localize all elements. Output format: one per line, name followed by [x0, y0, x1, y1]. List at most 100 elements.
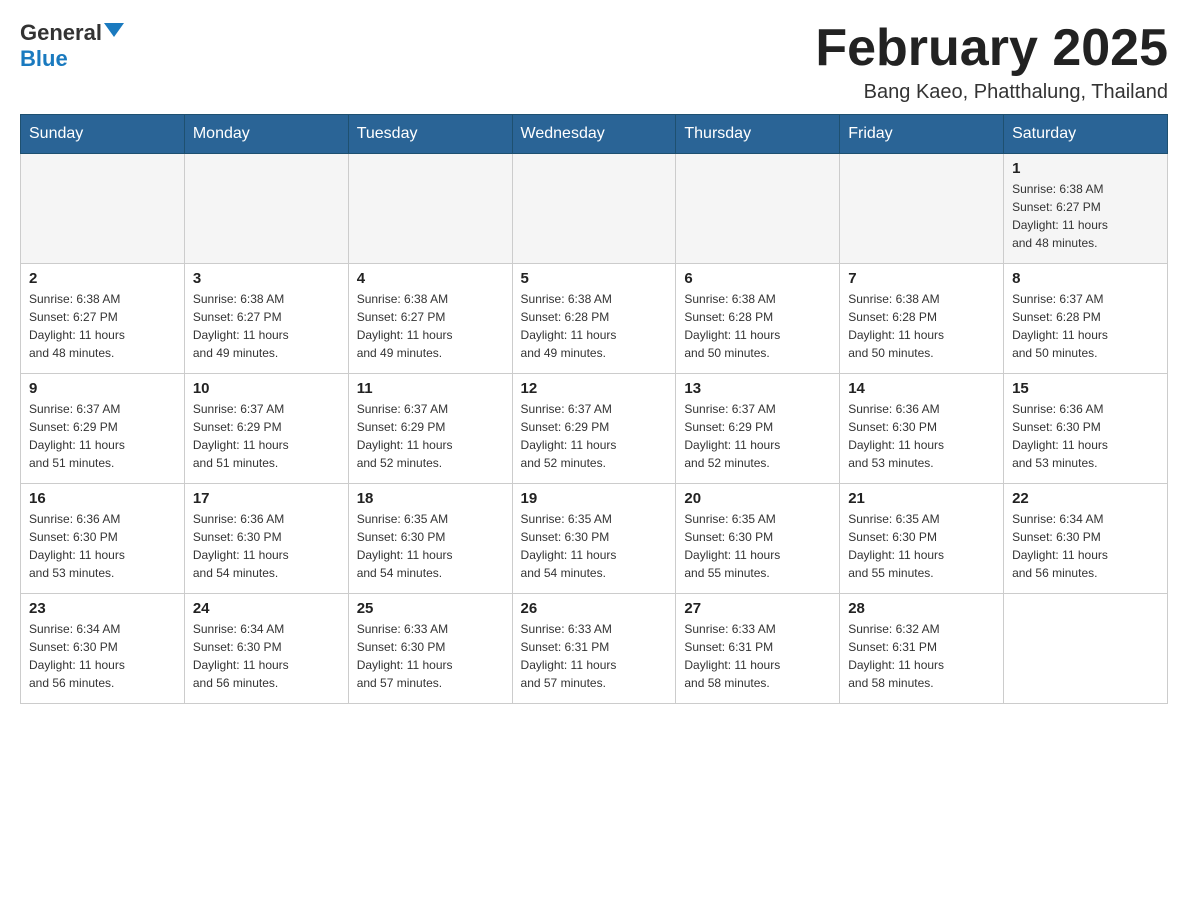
day-info: Sunrise: 6:35 AMSunset: 6:30 PMDaylight:…: [848, 510, 995, 582]
day-info: Sunrise: 6:34 AMSunset: 6:30 PMDaylight:…: [193, 620, 340, 692]
day-number: 25: [357, 600, 504, 617]
day-cell: 28 Sunrise: 6:32 AMSunset: 6:31 PMDayligh…: [840, 594, 1004, 704]
day-cell: [512, 154, 676, 264]
title-section: February 2025 Bang Kaeo, Phatthalung, Th…: [815, 20, 1168, 104]
day-number: 17: [193, 490, 340, 507]
day-number: 7: [848, 270, 995, 287]
page-header: General Blue February 2025 Bang Kaeo, Ph…: [20, 20, 1168, 104]
day-info: Sunrise: 6:36 AMSunset: 6:30 PMDaylight:…: [848, 400, 995, 472]
day-cell: 20 Sunrise: 6:35 AMSunset: 6:30 PMDayligh…: [676, 484, 840, 594]
day-info: Sunrise: 6:36 AMSunset: 6:30 PMDaylight:…: [1012, 400, 1159, 472]
day-number: 16: [29, 490, 176, 507]
day-info: Sunrise: 6:35 AMSunset: 6:30 PMDaylight:…: [357, 510, 504, 582]
header-saturday: Saturday: [1004, 115, 1168, 154]
day-info: Sunrise: 6:38 AMSunset: 6:27 PMDaylight:…: [193, 290, 340, 362]
day-number: 15: [1012, 380, 1159, 397]
logo-triangle-icon: [104, 23, 124, 37]
day-cell: 21 Sunrise: 6:35 AMSunset: 6:30 PMDayligh…: [840, 484, 1004, 594]
day-cell: 9 Sunrise: 6:37 AMSunset: 6:29 PMDaylight…: [21, 374, 185, 484]
day-cell: 11Sunrise: 6:37 AMSunset: 6:29 PMDayligh…: [348, 374, 512, 484]
day-info: Sunrise: 6:38 AMSunset: 6:28 PMDaylight:…: [521, 290, 668, 362]
day-info: Sunrise: 6:35 AMSunset: 6:30 PMDaylight:…: [684, 510, 831, 582]
day-number: 14: [848, 380, 995, 397]
day-number: 11: [357, 380, 504, 397]
day-cell: [840, 154, 1004, 264]
header-tuesday: Tuesday: [348, 115, 512, 154]
day-info: Sunrise: 6:32 AMSunset: 6:31 PMDaylight:…: [848, 620, 995, 692]
day-info: Sunrise: 6:38 AMSunset: 6:28 PMDaylight:…: [848, 290, 995, 362]
week-row-3: 16 Sunrise: 6:36 AMSunset: 6:30 PMDayligh…: [21, 484, 1168, 594]
week-row-2: 9 Sunrise: 6:37 AMSunset: 6:29 PMDaylight…: [21, 374, 1168, 484]
logo-blue-text: Blue: [20, 46, 68, 72]
day-number: 8: [1012, 270, 1159, 287]
day-info: Sunrise: 6:37 AMSunset: 6:28 PMDaylight:…: [1012, 290, 1159, 362]
day-cell: 2 Sunrise: 6:38 AMSunset: 6:27 PMDaylight…: [21, 264, 185, 374]
day-info: Sunrise: 6:34 AMSunset: 6:30 PMDaylight:…: [1012, 510, 1159, 582]
day-cell: 25Sunrise: 6:33 AMSunset: 6:30 PMDayligh…: [348, 594, 512, 704]
day-number: 5: [521, 270, 668, 287]
day-cell: 14 Sunrise: 6:36 AMSunset: 6:30 PMDayligh…: [840, 374, 1004, 484]
day-number: 23: [29, 600, 176, 617]
day-number: 24: [193, 600, 340, 617]
day-info: Sunrise: 6:37 AMSunset: 6:29 PMDaylight:…: [29, 400, 176, 472]
day-number: 1: [1012, 160, 1159, 177]
day-cell: [348, 154, 512, 264]
day-cell: [21, 154, 185, 264]
day-cell: 4Sunrise: 6:38 AMSunset: 6:27 PMDaylight…: [348, 264, 512, 374]
week-row-1: 2 Sunrise: 6:38 AMSunset: 6:27 PMDaylight…: [21, 264, 1168, 374]
calendar-header: SundayMondayTuesdayWednesdayThursdayFrid…: [21, 115, 1168, 154]
day-cell: [1004, 594, 1168, 704]
day-cell: 3Sunrise: 6:38 AMSunset: 6:27 PMDaylight…: [184, 264, 348, 374]
header-thursday: Thursday: [676, 115, 840, 154]
day-info: Sunrise: 6:36 AMSunset: 6:30 PMDaylight:…: [193, 510, 340, 582]
subtitle: Bang Kaeo, Phatthalung, Thailand: [815, 81, 1168, 104]
day-info: Sunrise: 6:37 AMSunset: 6:29 PMDaylight:…: [521, 400, 668, 472]
main-title: February 2025: [815, 20, 1168, 77]
header-wednesday: Wednesday: [512, 115, 676, 154]
day-number: 9: [29, 380, 176, 397]
day-cell: 8 Sunrise: 6:37 AMSunset: 6:28 PMDaylight…: [1004, 264, 1168, 374]
day-number: 10: [193, 380, 340, 397]
day-info: Sunrise: 6:34 AMSunset: 6:30 PMDaylight:…: [29, 620, 176, 692]
logo-general-text: General: [20, 20, 102, 46]
day-number: 27: [684, 600, 831, 617]
day-cell: 23 Sunrise: 6:34 AMSunset: 6:30 PMDayligh…: [21, 594, 185, 704]
day-cell: 26 Sunrise: 6:33 AMSunset: 6:31 PMDayligh…: [512, 594, 676, 704]
day-info: Sunrise: 6:36 AMSunset: 6:30 PMDaylight:…: [29, 510, 176, 582]
day-cell: [184, 154, 348, 264]
day-cell: [676, 154, 840, 264]
day-number: 12: [521, 380, 668, 397]
week-row-0: 1 Sunrise: 6:38 AMSunset: 6:27 PMDaylight…: [21, 154, 1168, 264]
day-cell: 17 Sunrise: 6:36 AMSunset: 6:30 PMDayligh…: [184, 484, 348, 594]
day-cell: 7 Sunrise: 6:38 AMSunset: 6:28 PMDaylight…: [840, 264, 1004, 374]
calendar-body: 1 Sunrise: 6:38 AMSunset: 6:27 PMDaylight…: [21, 154, 1168, 704]
day-cell: 1 Sunrise: 6:38 AMSunset: 6:27 PMDaylight…: [1004, 154, 1168, 264]
day-info: Sunrise: 6:33 AMSunset: 6:31 PMDaylight:…: [684, 620, 831, 692]
day-cell: 19Sunrise: 6:35 AMSunset: 6:30 PMDayligh…: [512, 484, 676, 594]
day-number: 13: [684, 380, 831, 397]
day-info: Sunrise: 6:38 AMSunset: 6:27 PMDaylight:…: [1012, 180, 1159, 252]
header-sunday: Sunday: [21, 115, 185, 154]
day-cell: 5 Sunrise: 6:38 AMSunset: 6:28 PMDaylight…: [512, 264, 676, 374]
day-number: 21: [848, 490, 995, 507]
day-cell: 22 Sunrise: 6:34 AMSunset: 6:30 PMDayligh…: [1004, 484, 1168, 594]
day-info: Sunrise: 6:37 AMSunset: 6:29 PMDaylight:…: [684, 400, 831, 472]
header-row: SundayMondayTuesdayWednesdayThursdayFrid…: [21, 115, 1168, 154]
day-number: 26: [521, 600, 668, 617]
day-cell: 10 Sunrise: 6:37 AMSunset: 6:29 PMDayligh…: [184, 374, 348, 484]
week-row-4: 23 Sunrise: 6:34 AMSunset: 6:30 PMDayligh…: [21, 594, 1168, 704]
day-info: Sunrise: 6:33 AMSunset: 6:31 PMDaylight:…: [521, 620, 668, 692]
day-cell: 15 Sunrise: 6:36 AMSunset: 6:30 PMDayligh…: [1004, 374, 1168, 484]
day-number: 20: [684, 490, 831, 507]
logo: General Blue: [20, 20, 124, 72]
day-number: 28: [848, 600, 995, 617]
day-number: 2: [29, 270, 176, 287]
day-number: 6: [684, 270, 831, 287]
day-cell: 24 Sunrise: 6:34 AMSunset: 6:30 PMDayligh…: [184, 594, 348, 704]
day-info: Sunrise: 6:38 AMSunset: 6:27 PMDaylight:…: [29, 290, 176, 362]
day-cell: 16 Sunrise: 6:36 AMSunset: 6:30 PMDayligh…: [21, 484, 185, 594]
day-number: 4: [357, 270, 504, 287]
day-info: Sunrise: 6:37 AMSunset: 6:29 PMDaylight:…: [193, 400, 340, 472]
day-number: 18: [357, 490, 504, 507]
day-number: 22: [1012, 490, 1159, 507]
